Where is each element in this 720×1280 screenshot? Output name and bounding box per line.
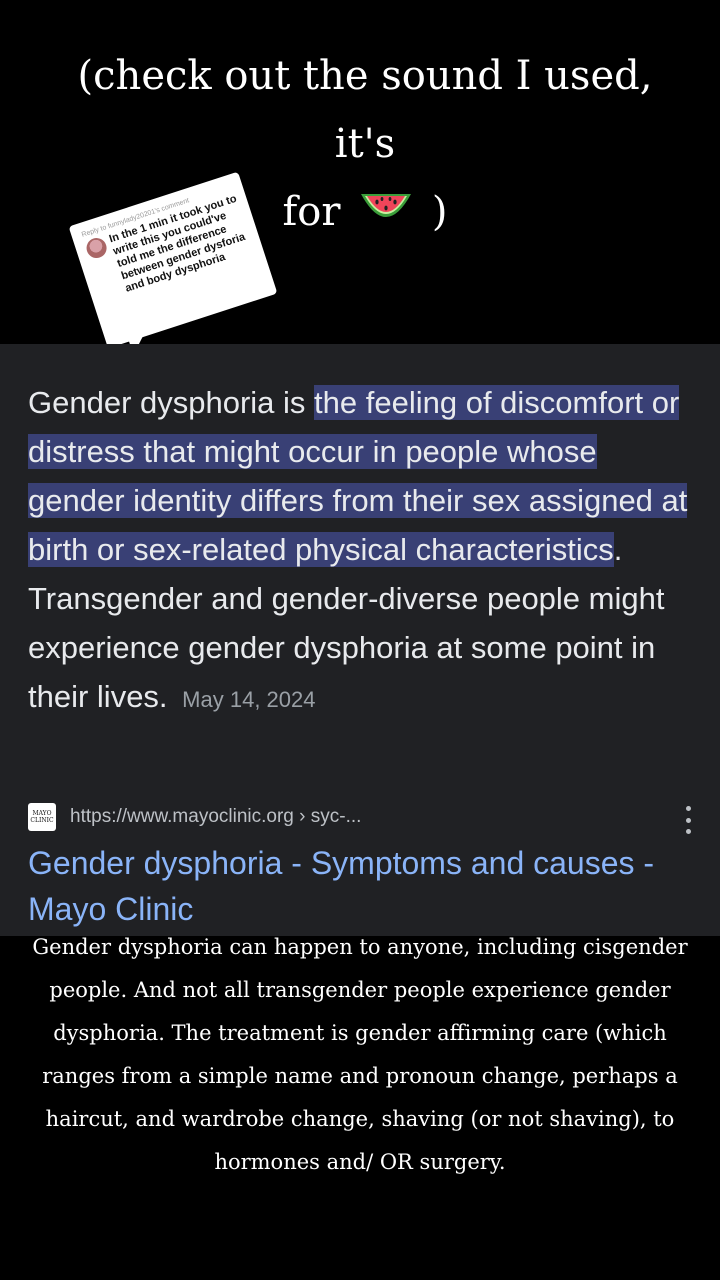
result-source-row[interactable]: MAYO CLINIC https://www.mayoclinic.org ›…: [28, 802, 698, 832]
reply-comment-text: In the 1 min it took you to write this y…: [107, 192, 247, 295]
featured-snippet: Gender dysphoria is the feeling of disco…: [28, 378, 698, 724]
watermelon-emoji-icon: [357, 181, 415, 249]
snippet-prefix: Gender dysphoria is: [28, 385, 315, 420]
more-options-icon[interactable]: [678, 806, 698, 834]
top-caption-line2-prefix: for: [282, 189, 341, 235]
avatar: [83, 235, 110, 261]
bottom-caption: Gender dysphoria can happen to anyone, i…: [32, 935, 688, 1174]
result-url[interactable]: https://www.mayoclinic.org › syc-...: [70, 806, 361, 828]
snippet-date: May 14, 2024: [182, 687, 316, 712]
result-title-link[interactable]: Gender dysphoria - Symptoms and causes -…: [28, 840, 668, 932]
top-caption-line1: (check out the sound I used, it's: [77, 53, 653, 167]
mayo-clinic-favicon-icon: MAYO CLINIC: [28, 803, 56, 831]
top-caption-line2-suffix: ): [431, 189, 448, 235]
favicon-text: MAYO CLINIC: [30, 810, 54, 824]
